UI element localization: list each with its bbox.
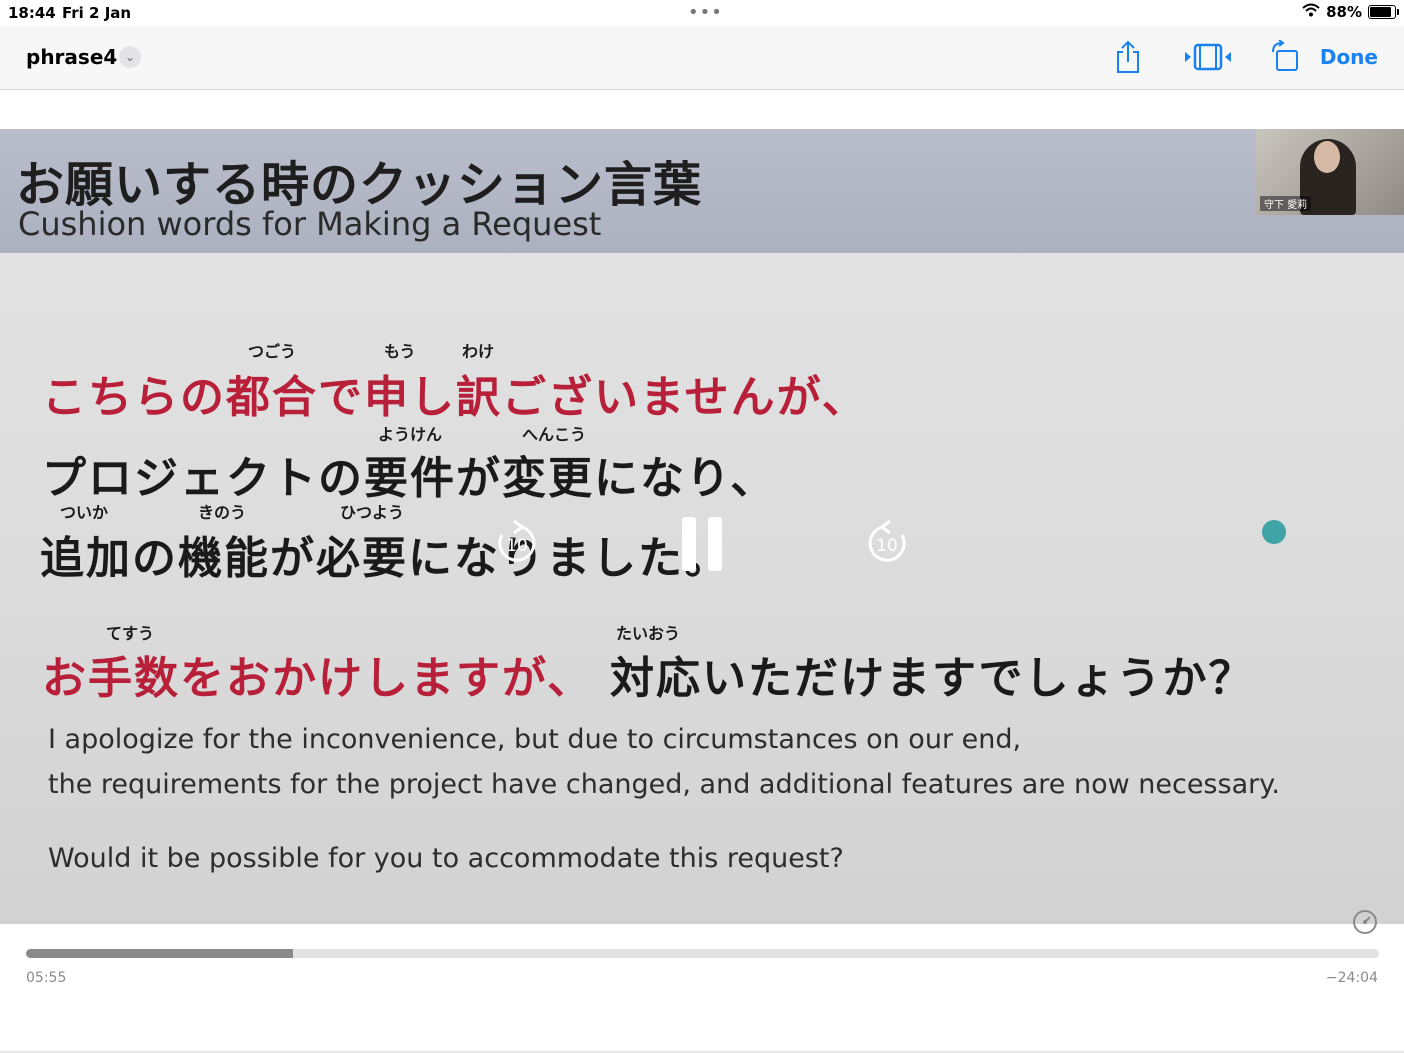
- scrubber-progress[interactable]: [26, 949, 293, 958]
- status-right: 88%: [1302, 3, 1399, 21]
- furigana-taiou: たいおう: [616, 624, 681, 643]
- skip-forward-seconds: 10: [876, 536, 898, 556]
- status-bar: 18:44 Fri 2 Jan ••• 88%: [0, 0, 1404, 26]
- cursor-dot-icon: [1262, 520, 1286, 544]
- multitasking-dots[interactable]: •••: [688, 2, 723, 23]
- skip-back-button[interactable]: 10: [494, 519, 540, 567]
- file-title[interactable]: phrase4: [26, 45, 117, 69]
- nav-bar: phrase4 ⌄ Done: [0, 26, 1404, 90]
- slide-header: お願いする時のクッション言葉 Cushion words for Making …: [0, 129, 1404, 253]
- slide-title-en: Cushion words for Making a Request: [18, 205, 602, 243]
- furigana-wake: わけ: [462, 342, 495, 361]
- slide-line-3: 追加の機能が必要になりました。: [40, 533, 730, 584]
- battery-icon: [1368, 5, 1399, 19]
- rotate-icon[interactable]: [1270, 39, 1302, 76]
- presenter-face: [1314, 141, 1340, 173]
- wifi-icon: [1302, 3, 1320, 21]
- skip-forward-button[interactable]: 10: [864, 519, 910, 567]
- furigana-mou: もう: [384, 342, 416, 361]
- playback-speed-icon[interactable]: [1352, 909, 1378, 939]
- chevron-down-icon[interactable]: ⌄: [119, 46, 141, 68]
- slide-line-2: プロジェクトの要件が変更になり、: [42, 453, 777, 504]
- skip-back-seconds: 10: [506, 536, 528, 556]
- slide-line-1: こちらの都合で申し訳ございませんが、: [42, 372, 868, 423]
- slide-line-4-dark: 対応いただけますでしょうか？: [610, 653, 1255, 704]
- video-player[interactable]: お願いする時のクッション言葉 Cushion words for Making …: [0, 129, 1404, 924]
- slide-english-2: the requirements for the project have ch…: [48, 769, 1280, 800]
- elapsed-time: 05:55: [26, 970, 67, 986]
- presenter-camera: 守下 愛莉: [1256, 129, 1404, 215]
- done-button[interactable]: Done: [1320, 45, 1378, 69]
- scrubber-track[interactable]: [26, 949, 1379, 958]
- pause-button[interactable]: [682, 517, 724, 571]
- battery-percent: 88%: [1326, 3, 1362, 21]
- furigana-kinou: きのう: [198, 503, 247, 522]
- slide-english-3: Would it be possible for you to accommod…: [48, 843, 844, 874]
- furigana-tsuika: ついか: [60, 503, 109, 522]
- status-time: 18:44: [8, 4, 56, 22]
- slide-english-1: I apologize for the inconvenience, but d…: [48, 724, 1022, 755]
- furigana-tsugou: つごう: [248, 342, 297, 361]
- presenter-name: 守下 愛莉: [1260, 196, 1312, 211]
- furigana-hitsuyou: ひつよう: [340, 503, 405, 522]
- share-icon[interactable]: [1114, 40, 1142, 78]
- remaining-time: −24:04: [1325, 970, 1378, 986]
- furigana-tesuu: てすう: [106, 624, 155, 643]
- trim-video-icon[interactable]: [1183, 43, 1233, 75]
- slide-line-4-red: お手数をおかけしますが、: [42, 653, 594, 704]
- status-date: Fri 2 Jan: [62, 4, 132, 22]
